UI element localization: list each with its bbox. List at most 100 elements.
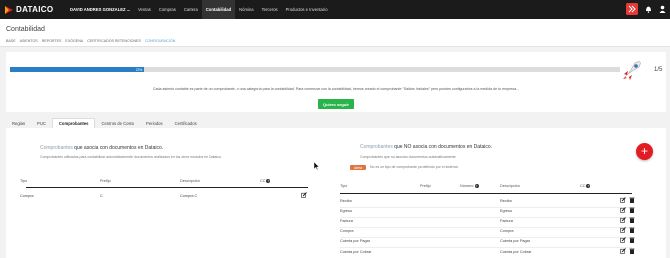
mouse-cursor-icon bbox=[314, 162, 319, 170]
breadcrumb-asientos[interactable]: ASIENTOS bbox=[20, 39, 38, 43]
progress-bar: 22% bbox=[10, 67, 620, 72]
edit-icon[interactable] bbox=[301, 192, 307, 198]
row-divider bbox=[340, 207, 632, 208]
trash-icon[interactable] bbox=[629, 217, 635, 223]
col-cc-right: CC? bbox=[580, 184, 591, 188]
col-cc-label: CC bbox=[260, 179, 266, 183]
breadcrumb-base[interactable]: BASE bbox=[6, 39, 16, 43]
row-tipo: Cuenta por Pagar bbox=[340, 239, 370, 243]
step-counter: 1/5 bbox=[654, 67, 663, 73]
trash-icon[interactable] bbox=[629, 197, 635, 203]
progress-fill: 22% bbox=[10, 67, 145, 72]
progress-label: 22% bbox=[135, 67, 143, 72]
page-header: Contabilidad BASE ASIENTOS REPORTES EXÓG… bbox=[0, 19, 670, 47]
row-descripcion: Factura bbox=[500, 219, 513, 223]
not-associated-title-rest: que NO asocia con documentos en Dataico. bbox=[392, 144, 493, 150]
logo-icon bbox=[5, 5, 13, 14]
nav-ventas[interactable]: Ventas bbox=[134, 0, 155, 19]
add-button[interactable]: + bbox=[636, 143, 653, 160]
row-descripcion: Compra C bbox=[180, 194, 198, 198]
breadcrumb-exogena[interactable]: EXÓGENA bbox=[65, 39, 83, 43]
trash-icon[interactable] bbox=[629, 248, 635, 254]
row-tipo: Factura bbox=[340, 219, 353, 223]
row-divider bbox=[340, 227, 632, 228]
breadcrumb-certificados[interactable]: CERTIFICADOS RETENCIONES bbox=[87, 39, 141, 43]
not-associated-title-muted: Comprobantes bbox=[360, 144, 393, 150]
logo-text: DATAICO bbox=[16, 5, 54, 14]
main-nav: Ventas Compras Cartera Contabilidad Nómi… bbox=[134, 0, 332, 19]
row-descripcion: Egreso bbox=[500, 209, 513, 213]
row-descripcion: Recibo bbox=[500, 199, 512, 203]
not-associated-subtitle: Comprobantes que no asocian documentos a… bbox=[360, 155, 457, 159]
row-tipo: Egreso bbox=[340, 209, 353, 213]
help-icon[interactable]: ? bbox=[586, 184, 591, 188]
nav-productos[interactable]: Productos e Inventario bbox=[282, 0, 332, 19]
row-descripcion: Cuenta por Pagar bbox=[500, 239, 530, 243]
comprobantes-panel: Comprobantes que asocia con documentos e… bbox=[6, 128, 666, 258]
top-navbar: DATAICO DAVID ANDRES GONZALEZ ... Ventas… bbox=[0, 0, 670, 19]
associated-title: Comprobantes que asocia con documentos e… bbox=[40, 145, 163, 151]
edit-icon[interactable] bbox=[620, 207, 626, 213]
config-tabs: Reglas PUC Comprobantes Centros de Costo… bbox=[6, 118, 203, 128]
trash-icon[interactable] bbox=[629, 207, 635, 213]
dataico-logo[interactable]: DATAICO bbox=[4, 5, 62, 15]
topbar-actions bbox=[626, 3, 666, 15]
nav-contabilidad[interactable]: Contabilidad bbox=[201, 0, 236, 19]
edit-icon[interactable] bbox=[620, 227, 626, 233]
col-prefijo: Prefijo bbox=[100, 179, 111, 183]
tab-certificados[interactable]: Certificados bbox=[169, 118, 203, 128]
col-descripcion: Descripción bbox=[180, 179, 200, 183]
trash-icon[interactable] bbox=[629, 227, 635, 233]
tab-reglas[interactable]: Reglas bbox=[6, 118, 31, 128]
bell-icon[interactable] bbox=[645, 5, 652, 13]
row-divider bbox=[340, 237, 632, 238]
exit-icon bbox=[628, 5, 636, 13]
edit-icon[interactable] bbox=[620, 197, 626, 203]
rocket-icon bbox=[623, 61, 641, 80]
nav-cartera[interactable]: Cartera bbox=[180, 0, 202, 19]
breadcrumb: BASE ASIENTOS REPORTES EXÓGENA CERTIFICA… bbox=[6, 39, 175, 43]
row-descripcion: Cuenta por Cobrar bbox=[500, 250, 532, 254]
edit-icon[interactable] bbox=[620, 237, 626, 243]
user-name[interactable]: DAVID ANDRES GONZALEZ ... bbox=[70, 7, 134, 12]
help-icon[interactable]: ? bbox=[266, 179, 271, 183]
row-divider bbox=[340, 217, 632, 218]
breadcrumb-configuracion[interactable]: CONFIGURACIÓN bbox=[145, 39, 176, 43]
tab-periodos[interactable]: Periodos bbox=[140, 118, 169, 128]
tab-centros-costo[interactable]: Centros de Costo bbox=[95, 118, 140, 128]
continue-button[interactable]: Quiero seguir bbox=[318, 99, 354, 109]
tab-comprobantes[interactable]: Comprobantes bbox=[51, 118, 96, 128]
edit-icon[interactable] bbox=[620, 217, 626, 223]
col-prefijo-right: Prefijo bbox=[420, 184, 431, 188]
col-numero-label: Número bbox=[460, 184, 474, 188]
exit-button[interactable] bbox=[626, 3, 638, 15]
row-tipo: Recibo bbox=[340, 199, 352, 203]
table-header-line-right bbox=[340, 193, 632, 194]
page-title: Contabilidad bbox=[6, 26, 45, 33]
alert-badge-text: No es un tipo de comprobante ya definido… bbox=[370, 165, 459, 169]
associated-title-rest: que asocia con documentos en Dataico. bbox=[72, 145, 164, 151]
user-icon[interactable] bbox=[659, 5, 666, 13]
col-numero-right: Número? bbox=[460, 184, 479, 188]
breadcrumb-reportes[interactable]: REPORTES bbox=[42, 39, 62, 43]
onboarding-info: Cada asiento contable es parte de un com… bbox=[152, 87, 520, 91]
col-descripcion-right: Descripción bbox=[500, 184, 520, 188]
edit-icon[interactable] bbox=[620, 248, 626, 254]
table-header-line bbox=[26, 187, 308, 188]
nav-nomina[interactable]: Nómina bbox=[235, 0, 257, 19]
nav-compras[interactable]: Compras bbox=[155, 0, 180, 19]
tab-puc[interactable]: PUC bbox=[31, 118, 52, 128]
not-associated-title: Comprobantes que NO asocia con documento… bbox=[360, 144, 492, 150]
col-cc-right-label: CC bbox=[580, 184, 586, 188]
col-tipo: Tipo bbox=[20, 179, 28, 183]
nav-terceros[interactable]: Terceros bbox=[258, 0, 282, 19]
row-tipo: Compra bbox=[340, 229, 354, 233]
row-prefijo: C bbox=[100, 194, 103, 198]
associated-title-muted: Comprobantes bbox=[40, 145, 73, 151]
row-descripcion: Compra bbox=[500, 229, 514, 233]
trash-icon[interactable] bbox=[629, 237, 635, 243]
col-cc: CC? bbox=[260, 179, 271, 183]
help-icon[interactable]: ? bbox=[474, 184, 479, 188]
row-tipo: Compra bbox=[20, 194, 34, 198]
alert-badge: Alerta bbox=[350, 165, 366, 170]
